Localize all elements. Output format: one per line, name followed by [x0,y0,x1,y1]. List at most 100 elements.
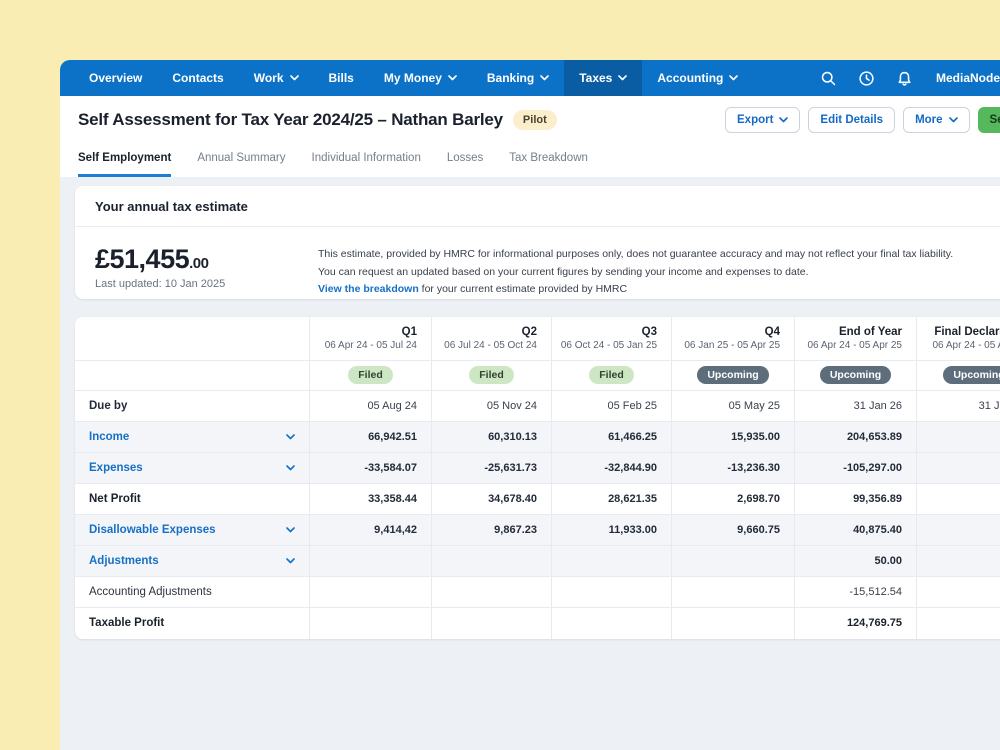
bell-icon[interactable] [896,70,913,87]
estimate-amount-block: £51,455.00 Last updated: 10 Jan 2025 [95,244,318,299]
value-cell [672,546,795,577]
row-label-income[interactable]: Income [75,422,310,453]
value-cell: 66,942.51 [310,422,432,453]
value-cell [310,577,432,608]
export-button[interactable]: Export [725,107,800,133]
column-header-end-of-year: End of Year06 Apr 24 - 05 Apr 25 [795,317,917,361]
value-cell: 124,769.75 [795,608,917,639]
value-cell [917,453,1000,484]
value-cell [432,546,552,577]
value-cell: 61,466.25 [552,422,672,453]
table-row: Due by05 Aug 2405 Nov 2405 Feb 2505 May … [75,391,1000,422]
estimate-note-line1: This estimate, provided by HMRC for info… [318,246,953,264]
nav-item-accounting[interactable]: Accounting [642,60,753,96]
value-cell: 15,935.00 [672,422,795,453]
value-cell: 9,414,42 [310,515,432,546]
table-row: Net Profit33,358.4434,678.4028,621.352,6… [75,484,1000,515]
value-cell: -33,584.07 [310,453,432,484]
chevron-down-icon [779,117,788,123]
estimate-note-line3: View the breakdown for your current esti… [318,281,953,299]
status-cell: Upcoming [672,361,795,391]
table-header-row: Q106 Apr 24 - 05 Jul 24Q206 Jul 24 - 05 … [75,317,1000,361]
row-label-disallowable-expenses[interactable]: Disallowable Expenses [75,515,310,546]
chevron-down-icon [286,558,295,564]
status-badge-filed: Filed [469,366,514,384]
table-row: Taxable Profit 124,769.75 [75,608,1000,639]
page-title: Self Assessment for Tax Year 2024/25 – N… [78,110,503,130]
tax-estimate-card: Your annual tax estimate £51,455.00 Last… [75,186,1000,299]
value-cell [552,546,672,577]
value-cell: 9,660.75 [672,515,795,546]
nav-item-bills[interactable]: Bills [314,60,369,96]
value-cell: 99,356.89 [795,484,917,515]
row-label-expenses[interactable]: Expenses [75,453,310,484]
value-cell [917,515,1000,546]
value-cell [917,484,1000,515]
status-cell: Filed [432,361,552,391]
brand-name[interactable]: MediaNode [936,71,1000,85]
pilot-badge: Pilot [513,110,557,130]
page-content: Your annual tax estimate £51,455.00 Last… [60,177,1000,750]
value-cell: 05 Aug 24 [310,391,432,422]
tab-bar: Self Employment Annual Summary Individual … [60,144,1000,177]
chevron-down-icon [286,527,295,533]
status-label-cell [75,361,310,391]
column-header-q1: Q106 Apr 24 - 05 Jul 24 [310,317,432,361]
value-cell [432,608,552,639]
tab-tax-breakdown[interactable]: Tax Breakdown [509,152,588,177]
value-cell: -105,297.00 [795,453,917,484]
status-cell: Upcoming [795,361,917,391]
status-badge-upcoming: Upcoming [943,366,1000,384]
view-breakdown-link[interactable]: View the breakdown [318,283,419,295]
edit-details-button[interactable]: Edit Details [808,107,895,133]
tab-individual-information[interactable]: Individual Information [312,152,421,177]
chevron-down-icon [448,75,457,81]
nav-item-contacts[interactable]: Contacts [157,60,238,96]
nav-item-banking[interactable]: Banking [472,60,564,96]
tab-annual-summary[interactable]: Annual Summary [197,152,285,177]
value-cell [672,577,795,608]
search-icon[interactable] [820,70,837,87]
page-header: Self Assessment for Tax Year 2024/25 – N… [60,96,1000,144]
value-cell [917,546,1000,577]
value-cell: -32,844.90 [552,453,672,484]
chevron-down-icon [286,434,295,440]
tab-self-employment[interactable]: Self Employment [78,152,171,177]
value-cell: 05 Nov 24 [432,391,552,422]
self-employment-table: Q106 Apr 24 - 05 Jul 24Q206 Jul 24 - 05 … [75,317,1000,639]
top-nav: OverviewContactsWorkBillsMy MoneyBanking… [60,60,1000,96]
nav-item-overview[interactable]: Overview [74,60,157,96]
status-badge-upcoming: Upcoming [697,366,768,384]
status-badge-upcoming: Upcoming [820,366,891,384]
table-row: Expenses-33,584.07-25,631.73-32,844.90-1… [75,453,1000,484]
estimate-card-title: Your annual tax estimate [75,186,1000,227]
tab-losses[interactable]: Losses [447,152,483,177]
estimate-note-line2: You can request an updated based on your… [318,264,953,282]
send-update-button[interactable]: Send update [978,107,1000,133]
value-cell: 34,678.40 [432,484,552,515]
value-cell [432,577,552,608]
value-cell [552,608,672,639]
estimate-amount: £51,455 [95,244,189,274]
status-row: FiledFiledFiledUpcomingUpcomingUpcoming [75,361,1000,391]
value-cell: 204,653.89 [795,422,917,453]
nav-item-work[interactable]: Work [239,60,314,96]
nav-item-taxes[interactable]: Taxes [564,60,642,96]
chevron-down-icon [729,75,738,81]
value-cell: 05 Feb 25 [552,391,672,422]
estimate-last-updated: Last updated: 10 Jan 2025 [95,278,318,290]
value-cell [310,546,432,577]
row-label-adjustments[interactable]: Adjustments [75,546,310,577]
history-icon[interactable] [858,70,875,87]
value-cell: 60,310.13 [432,422,552,453]
estimate-note: This estimate, provided by HMRC for info… [318,244,953,299]
more-button[interactable]: More [903,107,969,133]
nav-right-cluster: MediaNode [820,60,1000,96]
row-label-accounting-adjustments: Accounting Adjustments [75,577,310,608]
nav-item-my-money[interactable]: My Money [369,60,472,96]
table-row: Adjustments50.00 [75,546,1000,577]
value-cell: 11,933.00 [552,515,672,546]
value-cell: 05 May 25 [672,391,795,422]
estimate-amount-decimals: .00 [189,255,208,272]
row-label-taxable-profit: Taxable Profit [75,608,310,639]
